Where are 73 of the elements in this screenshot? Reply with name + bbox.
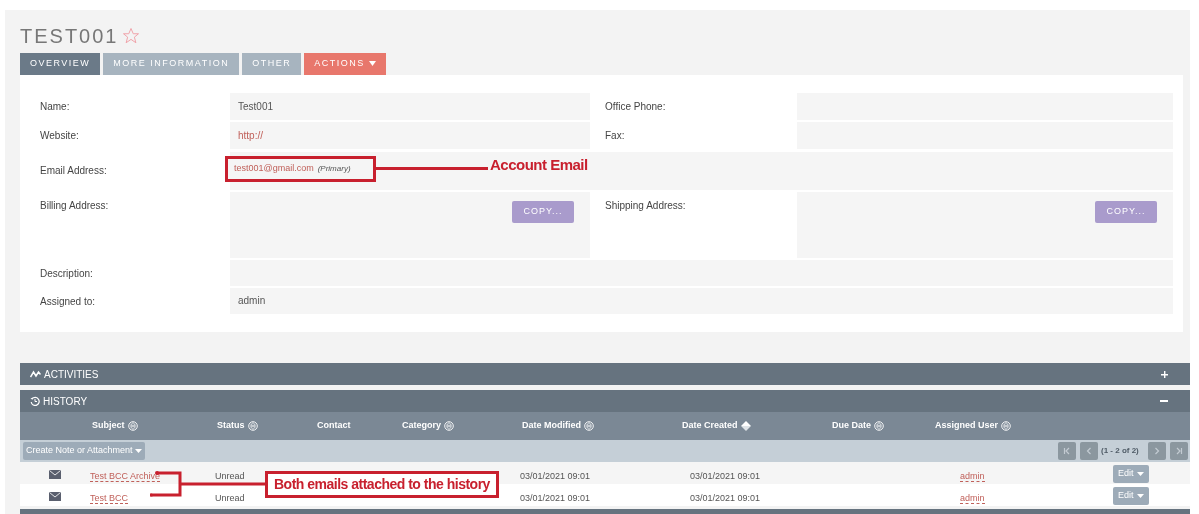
caret-icon: [134, 449, 142, 453]
field-value: Test001: [238, 99, 274, 114]
table-cell: 03/01/2021 09:01: [520, 493, 591, 503]
chevron-icon: [1063, 447, 1071, 455]
chevron-icon: [1175, 447, 1183, 455]
caret-icon: [1136, 472, 1144, 476]
subpanel-header[interactable]: HISTORY: [20, 390, 1190, 412]
activity-icon: [30, 370, 41, 378]
actions-tab[interactable]: ACTIONS: [304, 52, 386, 75]
column-header[interactable]: Contact: [317, 419, 351, 433]
table-cell: 03/01/2021 09:01: [520, 471, 591, 481]
sort-icon[interactable]: [1001, 421, 1012, 431]
column-header[interactable]: Status: [217, 419, 245, 433]
sort-descending-icon[interactable]: [740, 421, 751, 431]
column-header[interactable]: Subject: [92, 419, 125, 433]
edit-button[interactable]: Edit: [1113, 465, 1149, 483]
user-link[interactable]: admin: [960, 493, 985, 504]
sort-icon[interactable]: [247, 421, 258, 431]
chevron-icon: [1153, 447, 1161, 455]
field-label: Name:: [40, 99, 70, 112]
caret-icon: [1136, 494, 1144, 498]
previous-page-button[interactable]: [1080, 442, 1098, 460]
tab[interactable]: MORE INFORMATION: [103, 52, 240, 75]
subpanel-title: HISTORY: [43, 394, 88, 409]
column-header[interactable]: Due Date: [832, 419, 871, 433]
edit-button[interactable]: Edit: [1113, 487, 1149, 505]
field-label: Assigned to:: [40, 294, 96, 307]
first-page-button[interactable]: [1058, 442, 1076, 460]
field-label: Office Phone:: [605, 99, 666, 112]
table-cell: Unread: [215, 471, 245, 481]
annotation-text: Account Email: [490, 154, 588, 175]
envelope-icon: [49, 469, 61, 479]
email-link[interactable]: test001@gmail.com: [234, 161, 314, 176]
copy-button[interactable]: COPY...: [1095, 200, 1157, 223]
tab[interactable]: OVERVIEW: [20, 52, 101, 75]
table-cell: 03/01/2021 09:01: [690, 493, 761, 503]
expand-icon[interactable]: [1161, 370, 1168, 378]
tab[interactable]: OTHER: [242, 52, 302, 75]
last-page-button[interactable]: [1170, 442, 1188, 460]
field-label: Website:: [40, 128, 79, 141]
column-header[interactable]: Date Modified: [522, 419, 581, 433]
field-label: Description:: [40, 266, 93, 279]
record-title: TEST001: [20, 24, 119, 50]
table-cell: 03/01/2021 09:01: [690, 471, 761, 481]
field-label: Email Address:: [40, 163, 107, 176]
table-cell: Unread: [215, 493, 245, 503]
field-label: Shipping Address:: [605, 198, 686, 211]
chevron-icon: [1085, 447, 1093, 455]
subject-link[interactable]: Test BCC: [90, 493, 128, 504]
copy-button[interactable]: COPY...: [512, 200, 574, 223]
email-note: (Primary): [317, 162, 351, 175]
caret-icon: [368, 61, 376, 67]
sort-icon[interactable]: [127, 421, 138, 431]
history-icon: [30, 396, 40, 406]
subpanel-title: ACTIVITIES: [44, 367, 99, 382]
website-link[interactable]: http://: [238, 127, 263, 143]
star-icon[interactable]: [122, 27, 141, 46]
field-label: Fax:: [605, 128, 625, 141]
annotation-text: Both emails attached to the history: [274, 475, 490, 494]
next-page-button[interactable]: [1148, 442, 1166, 460]
field-label: Billing Address:: [40, 198, 109, 211]
sort-icon[interactable]: [584, 421, 594, 431]
column-header[interactable]: Assigned User: [935, 419, 999, 433]
column-header[interactable]: Category: [402, 419, 441, 433]
column-header[interactable]: Date Created: [682, 419, 738, 433]
envelope-icon: [49, 491, 61, 501]
pagination-text: (1 - 2 of 2): [1100, 445, 1140, 457]
sort-icon[interactable]: [444, 421, 454, 431]
user-link[interactable]: admin: [960, 471, 985, 482]
sort-icon[interactable]: [874, 421, 884, 431]
subpanel-header[interactable]: ACTIVITIES: [20, 363, 1190, 385]
field-value: admin: [238, 294, 266, 309]
create-note-button[interactable]: Create Note or Attachment: [23, 442, 145, 460]
